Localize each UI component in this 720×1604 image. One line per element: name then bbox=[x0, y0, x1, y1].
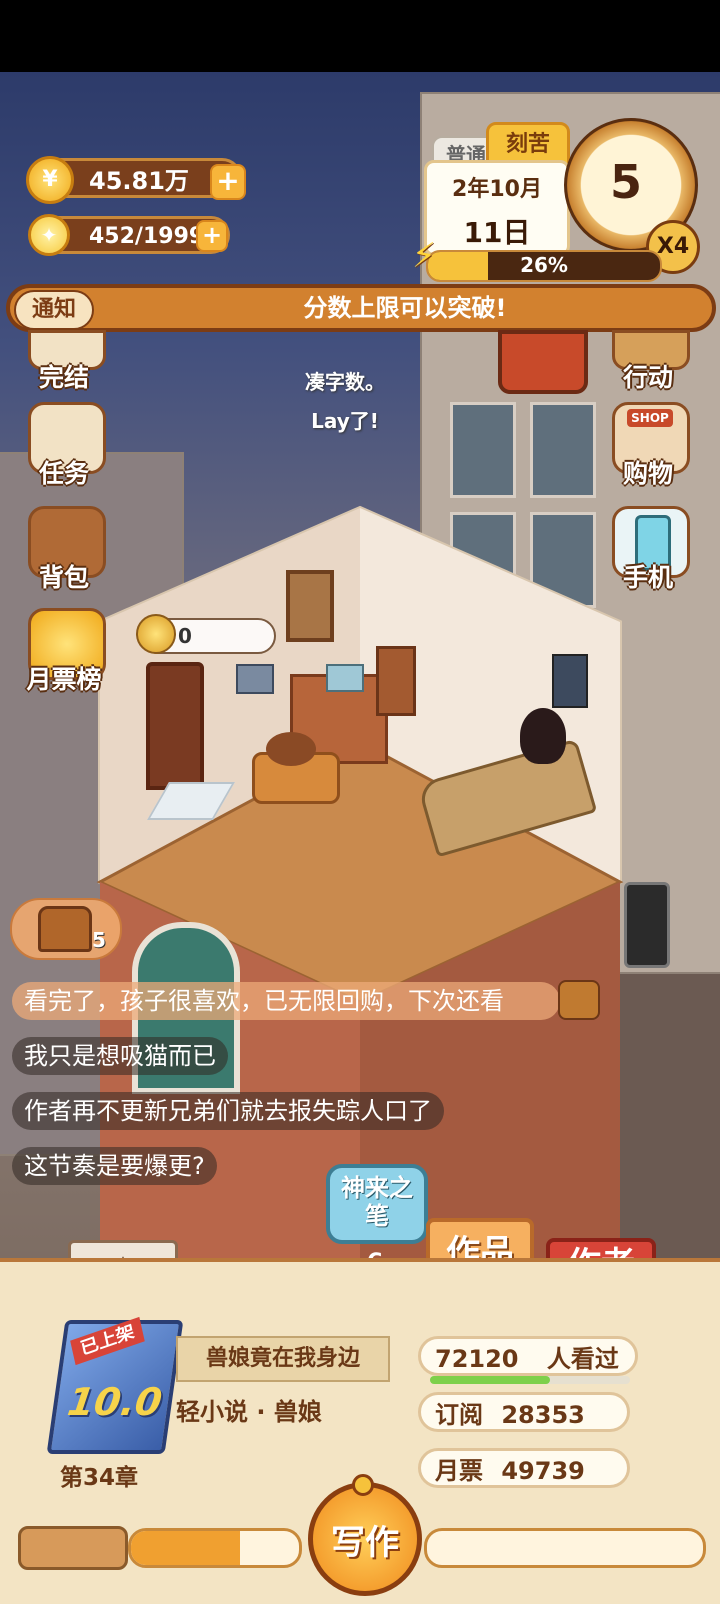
skill-button[interactable]: 神来之笔 bbox=[326, 1164, 428, 1244]
add-coins-button[interactable]: + bbox=[210, 164, 246, 200]
subscriptions-value: 28353 bbox=[501, 1401, 585, 1429]
chat-message: 作者再不更新兄弟们就去报失踪人口了 bbox=[12, 1092, 444, 1130]
backpack-label: 背包 bbox=[38, 563, 89, 592]
add-inspiration-button[interactable]: + bbox=[196, 220, 228, 252]
coin-icon: ¥ bbox=[26, 156, 74, 204]
chair bbox=[376, 646, 416, 716]
ranking-label: 月票榜 bbox=[26, 665, 102, 694]
subscriptions-label: 订阅 bbox=[435, 1401, 483, 1429]
floating-text-1: 凑字数。 bbox=[305, 370, 385, 394]
tasks-label: 任务 bbox=[38, 459, 89, 488]
room-window bbox=[286, 570, 334, 642]
chest-small-icon bbox=[558, 980, 600, 1020]
year-month: 2年10月 bbox=[452, 177, 542, 202]
readers-stat: 72120 人看过 bbox=[418, 1336, 638, 1376]
readers-label: 人看过 bbox=[546, 1345, 619, 1373]
laptop bbox=[326, 664, 364, 692]
writing-progress-fill bbox=[131, 1531, 241, 1565]
treasure-chest-button[interactable]: 5 bbox=[10, 898, 122, 960]
subscriptions-stat: 订阅 28353 bbox=[418, 1392, 630, 1432]
status-bar bbox=[0, 0, 720, 72]
bubble-coin-icon bbox=[136, 614, 176, 654]
write-label: 写作 bbox=[331, 1523, 399, 1563]
room-door bbox=[146, 662, 204, 790]
sleeping-girl bbox=[520, 708, 566, 764]
energy-bar: 26% bbox=[426, 250, 662, 282]
action-label: 行动 bbox=[622, 363, 673, 392]
notice-text: 分数上限可以突破! bbox=[303, 294, 507, 322]
complete-label: 完结 bbox=[38, 363, 89, 392]
bubble-value: 0 bbox=[178, 624, 192, 648]
writing-progress bbox=[128, 1528, 302, 1568]
readers-progress-fill bbox=[430, 1376, 550, 1384]
chat-message: 这节奏是要爆更? bbox=[12, 1147, 217, 1185]
monthly-ticket-ranking-button[interactable]: 月票榜 bbox=[20, 608, 108, 694]
book-title: 兽娘竟在我身边 bbox=[205, 1346, 360, 1371]
lightbulb-icon: ✦ bbox=[28, 214, 70, 256]
skill-label: 神来之笔 bbox=[341, 1174, 413, 1230]
notice-bar[interactable]: 通知 分数上限可以突破! bbox=[6, 284, 716, 332]
tasks-button[interactable]: 任务 bbox=[20, 402, 108, 488]
chapter-label: 第34章 bbox=[60, 1465, 139, 1491]
chat-message: 看完了，孩子很喜欢，已无限回购，下次还看 bbox=[12, 982, 560, 1020]
book-rating: 10.0 bbox=[64, 1380, 165, 1424]
monthly-votes-stat: 月票 49739 bbox=[418, 1448, 630, 1488]
monthly-votes-value: 49739 bbox=[501, 1457, 585, 1485]
energy-percent: 26% bbox=[520, 253, 568, 277]
coin-bubble[interactable]: 0 bbox=[136, 614, 276, 654]
lightning-icon: ⚡ bbox=[412, 236, 436, 276]
book-title-ribbon: 兽娘竟在我身边 bbox=[176, 1336, 390, 1382]
wall-poster bbox=[552, 654, 588, 708]
status-badge: 已上架 bbox=[70, 1316, 145, 1366]
trophy-icon[interactable] bbox=[498, 330, 588, 394]
left-slot[interactable] bbox=[18, 1526, 128, 1570]
clock-value: 5 bbox=[609, 155, 642, 209]
shop-button[interactable]: SHOP 购物 bbox=[604, 402, 692, 488]
shop-label: 购物 bbox=[622, 459, 673, 488]
treasure-count: 5 bbox=[92, 928, 106, 952]
day: 11日 bbox=[463, 216, 531, 249]
book-genre: 轻小说 · 兽娘 bbox=[176, 1398, 322, 1426]
right-progress bbox=[424, 1528, 706, 1568]
chat-message: 我只是想吸猫而已 bbox=[12, 1037, 228, 1075]
write-button[interactable]: 写作 bbox=[308, 1482, 422, 1596]
phone-label: 手机 bbox=[622, 563, 673, 592]
pen-icon bbox=[352, 1474, 374, 1496]
backpack-button[interactable]: 背包 bbox=[20, 506, 108, 592]
speed-label: X4 bbox=[656, 234, 690, 259]
floating-text-2: Lay了! bbox=[311, 409, 379, 433]
readers-value: 72120 bbox=[435, 1345, 519, 1373]
coin-amount: 45.81万 bbox=[89, 167, 189, 195]
shop-sign-text: SHOP bbox=[627, 409, 673, 427]
book-cover[interactable]: 已上架 10.0 bbox=[46, 1316, 184, 1454]
shop-sign bbox=[624, 882, 670, 968]
inspiration-amount: 452/1999 bbox=[89, 224, 205, 249]
readers-progress bbox=[430, 1376, 630, 1384]
treasure-chest-icon bbox=[38, 906, 92, 952]
date-card: 2年10月 11日 bbox=[424, 160, 570, 256]
notice-tag: 通知 bbox=[14, 290, 94, 330]
monthly-votes-label: 月票 bbox=[435, 1457, 483, 1485]
wall-shelf bbox=[236, 664, 274, 694]
phone-button[interactable]: 手机 bbox=[604, 506, 692, 592]
sleeping-dog bbox=[266, 732, 316, 766]
